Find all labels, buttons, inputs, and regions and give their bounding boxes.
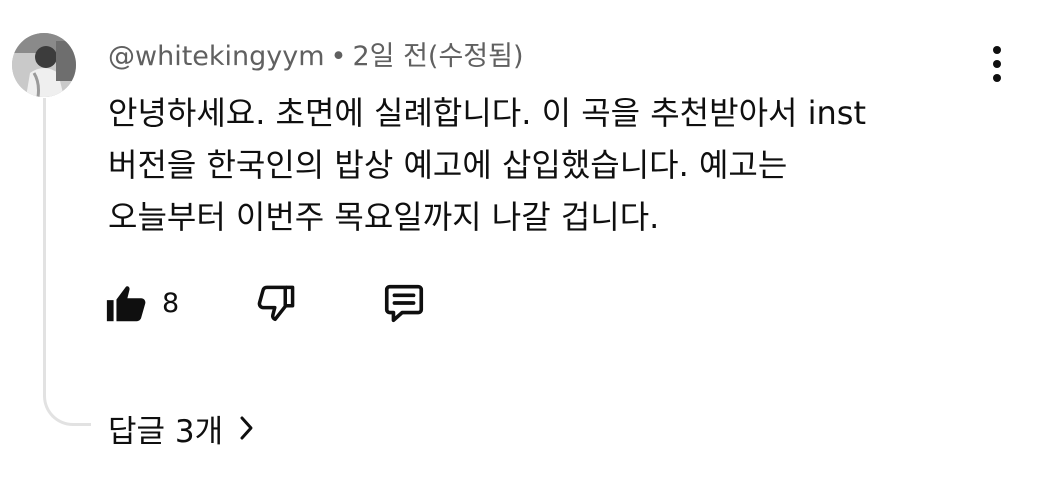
view-replies-button[interactable]: 답글 3개 — [108, 404, 257, 452]
dislike-button[interactable] — [255, 281, 299, 325]
comment-line: 버전을 한국인의 밥상 예고에 삽입했습니다. 예고는 — [108, 146, 788, 184]
comment-time: 2일 전(수정됨) — [352, 41, 524, 72]
more-vert-icon[interactable] — [980, 44, 1014, 84]
like-count: 8 — [162, 287, 180, 319]
chevron-right-icon — [240, 416, 253, 440]
more-dot — [993, 74, 1001, 82]
reply-button[interactable] — [381, 280, 427, 326]
comment-text: 안녕하세요. 초면에 실례합니다. 이 곡을 추천받아서 inst 버전을 한국… — [108, 87, 968, 243]
comment-line: 오늘부터 이번주 목요일까지 나갈 겁니다. — [108, 198, 660, 236]
like-button[interactable]: 8 — [104, 280, 179, 326]
comment-line: 안녕하세요. 초면에 실례합니다. 이 곡을 추천받아서 inst — [108, 94, 867, 132]
meta-separator: • — [330, 41, 347, 72]
replies-label: 답글 3개 — [108, 413, 224, 450]
more-dot — [993, 60, 1001, 68]
comment-thread: @whitekingyym • 2일 전(수정됨) 안녕하세요. 초면에 실례합니다… — [0, 0, 1038, 487]
thumbs-down-outline-icon — [257, 285, 295, 322]
author-name[interactable]: @whitekingyym — [108, 41, 325, 72]
reply-thread-line — [43, 98, 91, 426]
more-dot — [993, 46, 1001, 54]
user-avatar-photo — [12, 33, 76, 97]
comment-actions: 8 — [104, 277, 427, 329]
avatar[interactable] — [12, 33, 76, 97]
comment-meta: @whitekingyym • 2일 전(수정됨) — [108, 40, 524, 74]
comment-reply-icon — [385, 284, 424, 323]
thumbs-up-filled-icon — [106, 286, 146, 322]
